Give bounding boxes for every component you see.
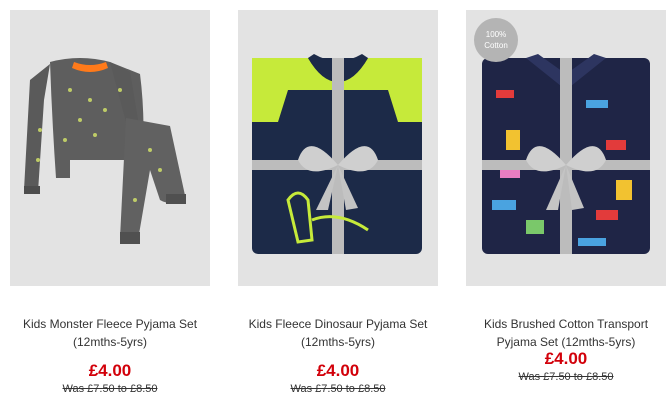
product-image-transport[interactable]: 100% Cotton bbox=[466, 10, 666, 286]
monster-pyjama-illustration bbox=[24, 58, 186, 244]
product-price: £4.00 bbox=[544, 349, 588, 368]
product-title[interactable]: Kids Fleece Dinosaur Pyjama Set (12mths-… bbox=[238, 315, 438, 351]
product-price: £4.00 bbox=[316, 361, 360, 380]
product-was-price: Was £7.50 to £8.50 bbox=[290, 383, 386, 395]
badge-line1: 100% bbox=[485, 30, 507, 39]
product-card-dinosaur[interactable]: Kids Fleece Dinosaur Pyjama Set (12mths-… bbox=[238, 10, 438, 396]
product-price: £4.00 bbox=[88, 361, 132, 380]
dinosaur-pyjama-illustration bbox=[252, 54, 422, 254]
badge-line2: Cotton bbox=[484, 41, 508, 50]
product-title[interactable]: Kids Monster Fleece Pyjama Set (12mths-5… bbox=[10, 315, 210, 351]
product-title[interactable]: Kids Brushed Cotton Transport Pyjama Set… bbox=[466, 315, 666, 351]
product-image-dinosaur[interactable] bbox=[238, 10, 438, 286]
product-was-price: Was £7.50 to £8.50 bbox=[62, 383, 158, 395]
product-image-monster[interactable] bbox=[10, 10, 210, 286]
product-was-price: Was £7.50 to £8.50 bbox=[518, 371, 614, 383]
cotton-badge: 100% Cotton bbox=[474, 18, 518, 62]
product-card-transport[interactable]: 100% Cotton Kids Brushed Cotton Transpor… bbox=[466, 10, 666, 384]
product-card-monster[interactable]: Kids Monster Fleece Pyjama Set (12mths-5… bbox=[10, 10, 210, 396]
